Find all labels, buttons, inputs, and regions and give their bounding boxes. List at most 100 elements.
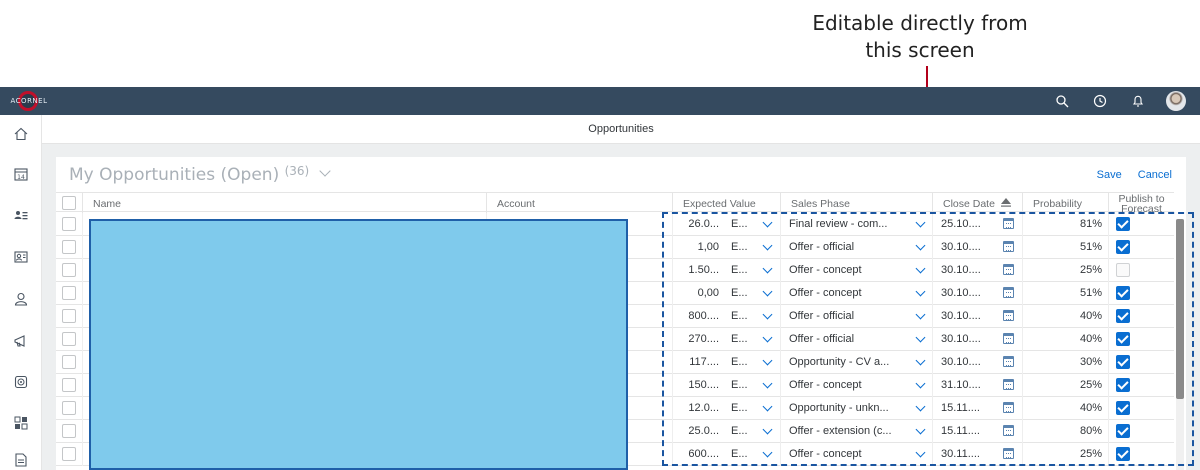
chevron-down-icon[interactable] <box>762 286 773 297</box>
close-date-cell[interactable]: 15.11.... <box>932 420 1022 443</box>
column-header-close-date[interactable]: Close Date <box>932 193 1022 213</box>
sales-phase-select[interactable]: Offer - concept <box>789 287 862 299</box>
sales-phase-select[interactable]: Offer - extension (c... <box>789 425 892 437</box>
publish-cell[interactable] <box>1108 420 1174 443</box>
column-header-probability[interactable]: Probability <box>1022 193 1108 213</box>
close-date-input[interactable]: 30.10.... <box>941 310 981 322</box>
megaphone-icon[interactable] <box>10 330 32 352</box>
close-date-cell[interactable]: 30.10.... <box>932 259 1022 282</box>
calendar-icon[interactable] <box>1003 356 1014 367</box>
chevron-down-icon[interactable] <box>762 355 773 366</box>
search-icon[interactable] <box>1052 91 1072 111</box>
chevron-down-icon[interactable] <box>762 217 773 228</box>
publish-checkbox[interactable] <box>1116 309 1130 323</box>
chevron-down-icon[interactable] <box>762 378 773 389</box>
document-icon[interactable] <box>10 449 32 470</box>
accounts-icon[interactable] <box>10 205 32 227</box>
table-scrollbar-thumb[interactable] <box>1176 219 1184 399</box>
calendar-icon[interactable] <box>1003 287 1014 298</box>
currency-select[interactable]: E... <box>731 287 748 299</box>
currency-select[interactable]: E... <box>731 356 748 368</box>
save-button[interactable]: Save <box>1097 169 1122 181</box>
cancel-button[interactable]: Cancel <box>1138 169 1172 181</box>
expected-value-cell[interactable]: 25.0... E... <box>672 420 780 443</box>
expected-value-amount[interactable]: 600.... <box>681 448 719 460</box>
probability-cell[interactable]: 40% <box>1022 328 1108 351</box>
sales-phase-select[interactable]: Offer - concept <box>789 448 862 460</box>
row-select-checkbox[interactable] <box>62 263 76 277</box>
probability-cell[interactable]: 40% <box>1022 397 1108 420</box>
row-select-checkbox[interactable] <box>62 286 76 300</box>
probability-cell[interactable]: 40% <box>1022 305 1108 328</box>
publish-cell[interactable] <box>1108 282 1174 305</box>
chevron-down-icon[interactable] <box>762 309 773 320</box>
close-date-cell[interactable]: 30.11.... <box>932 443 1022 466</box>
publish-checkbox[interactable] <box>1116 355 1130 369</box>
currency-select[interactable]: E... <box>731 241 748 253</box>
probability-input[interactable]: 25% <box>1080 379 1102 391</box>
target-icon[interactable] <box>10 371 32 393</box>
row-select-checkbox[interactable] <box>62 447 76 461</box>
expected-value-amount[interactable]: 0,00 <box>681 287 719 299</box>
probability-input[interactable]: 40% <box>1080 310 1102 322</box>
close-date-input[interactable]: 30.10.... <box>941 264 981 276</box>
probability-input[interactable]: 25% <box>1080 448 1102 460</box>
row-select-checkbox[interactable] <box>62 217 76 231</box>
expected-value-amount[interactable]: 26.0... <box>681 218 719 230</box>
publish-checkbox[interactable] <box>1116 217 1130 231</box>
probability-input[interactable]: 80% <box>1080 425 1102 437</box>
publish-cell[interactable] <box>1108 236 1174 259</box>
user-avatar[interactable] <box>1166 91 1186 111</box>
column-header-name[interactable]: Name <box>82 193 486 213</box>
expected-value-amount[interactable]: 1.50... <box>681 264 719 276</box>
calendar-icon[interactable] <box>1003 241 1014 252</box>
sales-phase-cell[interactable]: Offer - concept <box>780 374 932 397</box>
expected-value-cell[interactable]: 1.50... E... <box>672 259 780 282</box>
close-date-cell[interactable]: 30.10.... <box>932 328 1022 351</box>
sales-phase-cell[interactable]: Opportunity - unkn... <box>780 397 932 420</box>
bell-icon[interactable] <box>1128 91 1148 111</box>
sales-phase-cell[interactable]: Offer - official <box>780 236 932 259</box>
expected-value-cell[interactable]: 800.... E... <box>672 305 780 328</box>
currency-select[interactable]: E... <box>731 448 748 460</box>
publish-cell[interactable] <box>1108 305 1174 328</box>
variant-selector[interactable]: My Opportunities (Open) (36) <box>69 164 331 185</box>
row-select-checkbox[interactable] <box>62 332 76 346</box>
sales-phase-select[interactable]: Opportunity - unkn... <box>789 402 889 414</box>
sales-phase-cell[interactable]: Offer - concept <box>780 443 932 466</box>
home-icon[interactable] <box>10 123 32 145</box>
row-select-checkbox[interactable] <box>62 424 76 438</box>
sales-phase-cell[interactable]: Offer - concept <box>780 259 932 282</box>
expected-value-cell[interactable]: 1,00 E... <box>672 236 780 259</box>
calendar-icon[interactable] <box>1003 379 1014 390</box>
sales-phase-select[interactable]: Final review - com... <box>789 218 887 230</box>
apps-icon[interactable] <box>10 412 32 434</box>
close-date-input[interactable]: 25.10.... <box>941 218 981 230</box>
publish-checkbox[interactable] <box>1116 332 1130 346</box>
chevron-down-icon[interactable] <box>915 240 926 251</box>
chevron-down-icon[interactable] <box>915 217 926 228</box>
calendar-icon[interactable] <box>1003 218 1014 229</box>
currency-select[interactable]: E... <box>731 310 748 322</box>
currency-select[interactable]: E... <box>731 402 748 414</box>
expected-value-cell[interactable]: 12.0... E... <box>672 397 780 420</box>
sales-phase-select[interactable]: Offer - official <box>789 310 854 322</box>
probability-cell[interactable]: 51% <box>1022 236 1108 259</box>
probability-cell[interactable]: 25% <box>1022 443 1108 466</box>
currency-select[interactable]: E... <box>731 379 748 391</box>
publish-cell[interactable] <box>1108 328 1174 351</box>
sales-phase-cell[interactable]: Offer - extension (c... <box>780 420 932 443</box>
close-date-cell[interactable]: 25.10.... <box>932 213 1022 236</box>
chevron-down-icon[interactable] <box>762 424 773 435</box>
row-select-checkbox[interactable] <box>62 309 76 323</box>
publish-checkbox[interactable] <box>1116 286 1130 300</box>
probability-input[interactable]: 40% <box>1080 333 1102 345</box>
column-header-sales-phase[interactable]: Sales Phase <box>780 193 932 213</box>
person-icon[interactable] <box>10 288 32 310</box>
close-date-cell[interactable]: 15.11.... <box>932 397 1022 420</box>
close-date-input[interactable]: 30.10.... <box>941 333 981 345</box>
sales-phase-cell[interactable]: Opportunity - CV a... <box>780 351 932 374</box>
row-select-checkbox[interactable] <box>62 355 76 369</box>
sales-phase-select[interactable]: Offer - official <box>789 333 854 345</box>
chevron-down-icon[interactable] <box>762 332 773 343</box>
